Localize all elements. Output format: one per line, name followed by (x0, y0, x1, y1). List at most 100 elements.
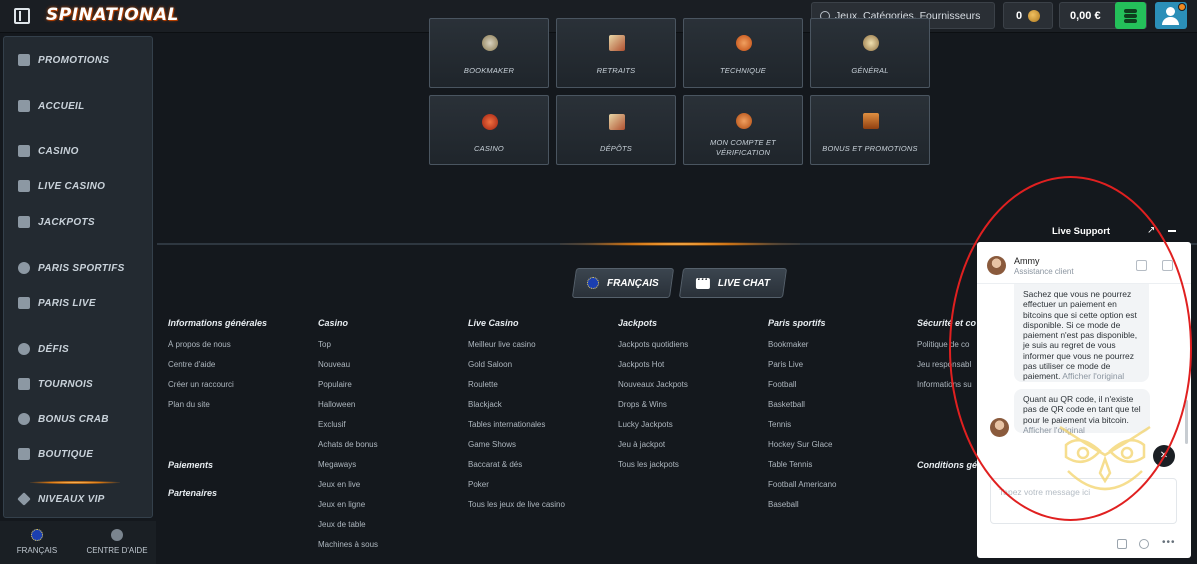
footer-conditions-title[interactable]: Conditions gé (917, 460, 979, 470)
footer-link[interactable]: Meilleur live casino (468, 340, 618, 360)
thumbs-down-icon[interactable] (1162, 260, 1173, 271)
footer-link[interactable]: Roulette (468, 380, 618, 400)
thumbs-up-icon[interactable] (1136, 260, 1147, 271)
category-bookmaker[interactable]: BOOKMAKER (429, 18, 549, 88)
sidebar-item-niveaux-vip[interactable]: NIVEAUX VIP (4, 486, 152, 512)
footer-link[interactable]: Baccarat & dés (468, 460, 618, 480)
eu-flag-icon (31, 529, 43, 541)
footer-payments-title[interactable]: Paiements (168, 460, 213, 470)
gear-icon (736, 35, 752, 51)
gift-icon (18, 54, 30, 66)
footer-column-info: Informations générales À propos de nous … (168, 318, 318, 420)
message-input[interactable]: Tapez votre message ici (990, 478, 1177, 524)
live-chat-button[interactable]: LIVE CHAT (678, 268, 788, 298)
chat-message: Sachez que vous ne pourrez effectuer un … (1014, 284, 1149, 382)
coins-balance[interactable]: 0 (1003, 2, 1053, 29)
footer-link[interactable]: Game Shows (468, 440, 618, 460)
footer-link[interactable]: Tennis (768, 420, 918, 440)
footer-link[interactable]: Table Tennis (768, 460, 918, 480)
attachment-icon[interactable] (1139, 539, 1149, 549)
slot-icon (18, 145, 30, 157)
eu-flag-icon (587, 277, 600, 289)
logo[interactable]: SPINATIONAL (46, 5, 179, 25)
sidebar-toggle-icon[interactable] (14, 8, 30, 24)
footer-link[interactable]: Megaways (318, 460, 468, 480)
sidebar-item-paris-sportifs[interactable]: PARIS SPORTIFS (4, 255, 152, 281)
sidebar-item-live-casino[interactable]: LIVE CASINO (4, 173, 152, 199)
footer-link[interactable]: Populaire (318, 380, 468, 400)
minimize-icon[interactable] (1168, 230, 1176, 232)
footer-link[interactable]: Lucky Jackpots (618, 420, 768, 440)
category-depots[interactable]: DÉPÔTS (556, 95, 676, 165)
footer-link[interactable]: Achats de bonus (318, 440, 468, 460)
show-original-link[interactable]: Afficher l'original (1023, 425, 1085, 435)
expand-icon[interactable]: ↗ (1147, 225, 1155, 236)
sidebar-item-paris-live[interactable]: PARIS LIVE (4, 290, 152, 316)
footer-link[interactable]: Bookmaker (768, 340, 918, 360)
sidebar-item-boutique[interactable]: BOUTIQUE (4, 441, 152, 467)
category-retraits[interactable]: RETRAITS (556, 18, 676, 88)
sidebar-item-accueil[interactable]: ACCUEIL (4, 93, 152, 119)
sidebar-item-tournois[interactable]: TOURNOIS (4, 371, 152, 397)
sidebar-item-jackpots[interactable]: JACKPOTS (4, 209, 152, 235)
sidebar-item-bonus-crab[interactable]: BONUS CRAB (4, 406, 152, 432)
footer-link[interactable]: Football Americano (768, 480, 918, 500)
sidebar-item-label: BONUS CRAB (38, 413, 109, 425)
footer-link[interactable]: Jeu à jackpot (618, 440, 768, 460)
footer-link[interactable]: Plan du site (168, 400, 318, 420)
more-options-icon[interactable]: ••• (1162, 537, 1176, 548)
sidebar-glow (30, 481, 120, 484)
footer-link[interactable]: Blackjack (468, 400, 618, 420)
emoji-icon[interactable] (1117, 539, 1127, 549)
footer-link[interactable]: Football (768, 380, 918, 400)
footer-link[interactable]: Jackpots quotidiens (618, 340, 768, 360)
category-general[interactable]: GÉNÉRAL (810, 18, 930, 88)
sidebar-item-promotions[interactable]: PROMOTIONS (4, 47, 152, 73)
footer-link[interactable]: Informations su (917, 380, 979, 400)
footer-link[interactable]: Jeu responsabl (917, 360, 979, 380)
footer-link[interactable]: Basketball (768, 400, 918, 420)
footer-link[interactable]: Exclusif (318, 420, 468, 440)
footer-link[interactable]: Jeux en live (318, 480, 468, 500)
footer-link[interactable]: Baseball (768, 500, 918, 520)
footer-link[interactable]: Tous les jeux de live casino (468, 500, 618, 520)
footer-link[interactable]: Drops & Wins (618, 400, 768, 420)
footer-link[interactable]: Gold Saloon (468, 360, 618, 380)
footer-link[interactable]: Politique de co (917, 340, 979, 360)
category-casino[interactable]: CASINO (429, 95, 549, 165)
category-mon-compte[interactable]: MON COMPTE ET VÉRIFICATION (683, 95, 803, 165)
footer-column-title: Informations générales (168, 318, 268, 328)
divider-glow (560, 242, 800, 246)
footer-link[interactable]: Jeux de table (318, 520, 468, 540)
footer-link[interactable]: Jackpots Hot (618, 360, 768, 380)
category-bonus[interactable]: BONUS ET PROMOTIONS (810, 95, 930, 165)
footer-language-button[interactable]: FRANÇAIS (571, 268, 675, 298)
sidebar-item-defis[interactable]: DÉFIS (4, 336, 152, 362)
footer-partners-title[interactable]: Partenaires (168, 488, 217, 498)
footer-link[interactable]: Nouveaux Jackpots (618, 380, 768, 400)
wallet-button[interactable] (1115, 2, 1146, 29)
footer-link[interactable]: Jeux en ligne (318, 500, 468, 520)
sidebar-item-casino[interactable]: CASINO (4, 138, 152, 164)
footer-link[interactable]: Machines à sous (318, 540, 468, 560)
footer-link[interactable]: Tables internationales (468, 420, 618, 440)
footer-link[interactable]: Créer un raccourci (168, 380, 318, 400)
help-center-button[interactable]: CENTRE D'AIDE (82, 529, 152, 555)
footer-link[interactable]: Top (318, 340, 468, 360)
footer-link[interactable]: Tous les jackpots (618, 460, 768, 480)
category-technique[interactable]: TECHNIQUE (683, 18, 803, 88)
footer-link[interactable]: À propos de nous (168, 340, 318, 360)
footer-link[interactable]: Halloween (318, 400, 468, 420)
info-icon (863, 35, 879, 51)
footer-link[interactable]: Hockey Sur Glace (768, 440, 918, 460)
chat-scrollbar[interactable] (1185, 400, 1188, 444)
help-label: CENTRE D'AIDE (86, 546, 148, 555)
close-chat-icon[interactable]: ✕ (1153, 445, 1175, 467)
footer-link[interactable]: Nouveau (318, 360, 468, 380)
show-original-link[interactable]: Afficher l'original (1062, 371, 1124, 381)
chest-icon (863, 113, 879, 129)
footer-link[interactable]: Poker (468, 480, 618, 500)
footer-link[interactable]: Paris Live (768, 360, 918, 380)
footer-link[interactable]: Centre d'aide (168, 360, 318, 380)
language-button[interactable]: FRANÇAIS (2, 529, 72, 555)
